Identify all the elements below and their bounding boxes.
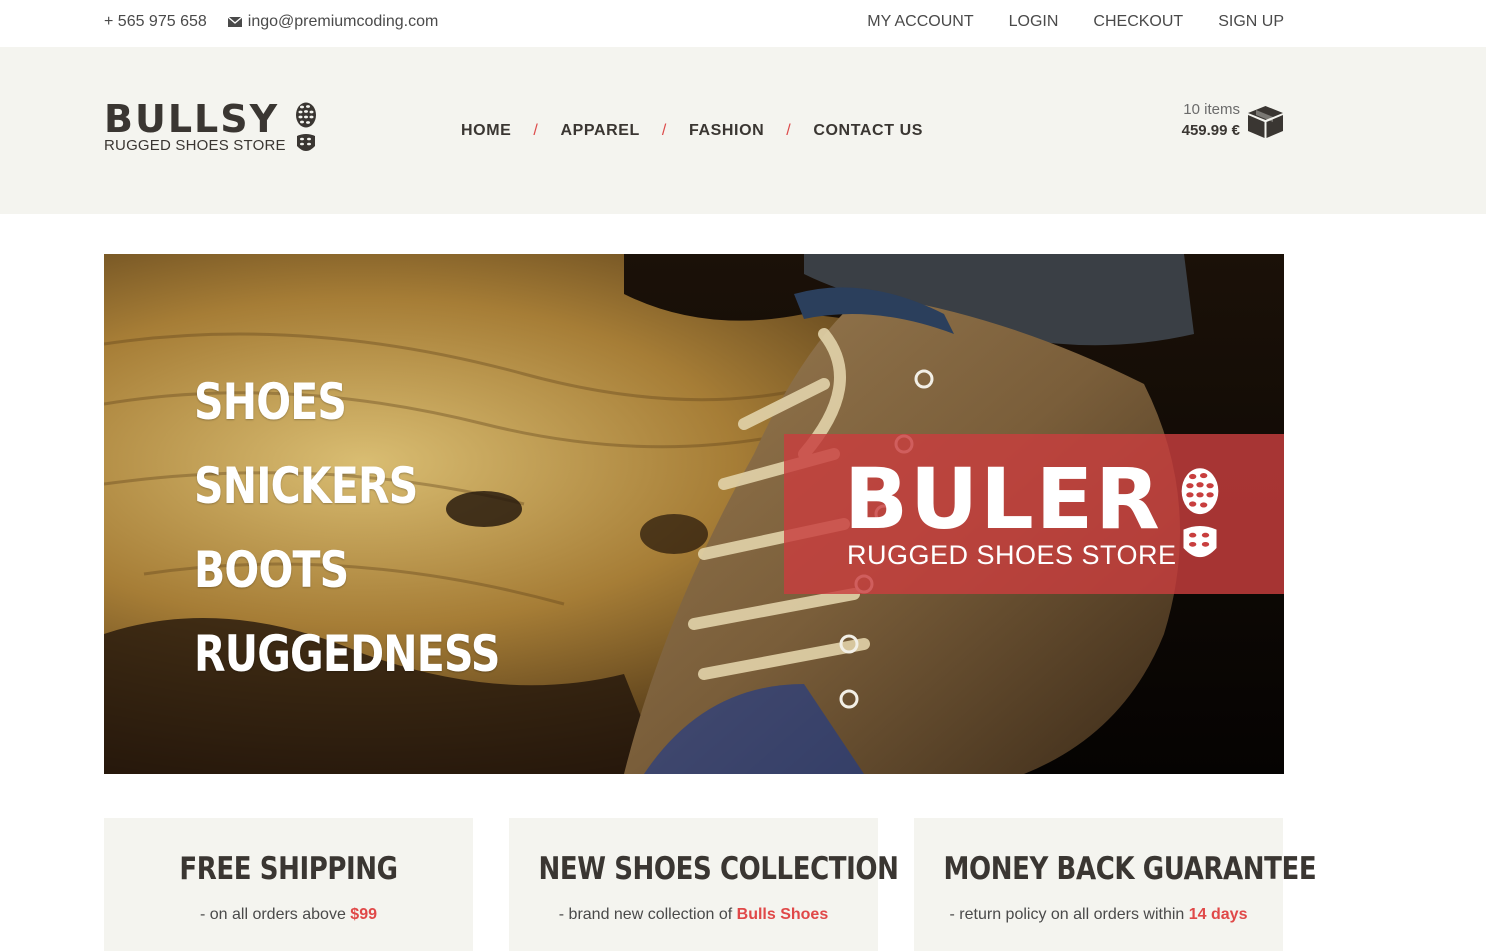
banner-wordmark: BULER [844,450,1162,548]
hero-category-item: SNICKERS [194,457,418,515]
feature-highlight: $99 [350,906,377,923]
mail-icon [227,17,242,27]
hero-category-list: SHOES SNICKERS BOOTS RUGGEDNESS [194,360,567,696]
feature-text: - brand new collection of Bulls Shoes [509,906,878,924]
brand-banner: BULER RUGGED SHOES STORE [784,434,1284,594]
email-link[interactable]: ingo@premiumcoding.com [227,13,439,31]
my-account-link[interactable]: MY ACCOUNT [867,13,973,31]
nav-home[interactable]: HOME [461,122,511,140]
feature-boxes: FREE SHIPPING - on all orders above $99 … [104,818,1317,951]
feature-new-collection: NEW SHOES COLLECTION - brand new collect… [509,818,899,951]
cart-summary[interactable]: 10 items 459.99 € [1154,101,1284,145]
top-bar: + 565 975 658 ingo@premiumcoding.com MY … [0,0,1486,47]
feature-highlight: 14 days [1188,906,1248,923]
feature-money-back: MONEY BACK GUARANTEE - return policy on … [914,818,1317,951]
hero-category-item: SHOES [194,373,347,431]
site-logo[interactable]: BULLSY RUGGED SHOES STORE [104,99,324,159]
feature-text: - on all orders above $99 [104,906,473,924]
nav-contact-us[interactable]: CONTACT US [813,122,923,140]
shoe-print-icon [1181,468,1219,558]
login-link[interactable]: LOGIN [1009,13,1059,31]
feature-text: - return policy on all orders within 14 … [914,906,1283,924]
feature-free-shipping: FREE SHIPPING - on all orders above $99 [104,818,473,951]
hero-category-item: BOOTS [194,541,349,599]
contact-info: + 565 975 658 ingo@premiumcoding.com [104,13,438,31]
checkout-link[interactable]: CHECKOUT [1093,13,1183,31]
main-nav: HOME / APPAREL / FASHION / CONTACT US [461,122,923,140]
site-header: BULLSY RUGGED SHOES STORE HOME / APPAREL… [0,47,1486,214]
banner-tagline: RUGGED SHOES STORE [847,540,1177,570]
hero-category-item: RUGGEDNESS [194,625,500,683]
logo-wordmark: BULLSY [104,97,280,141]
hero-banner: SHOES SNICKERS BOOTS RUGGEDNESS BULER RU… [104,254,1284,774]
sign-up-link[interactable]: SIGN UP [1218,13,1284,31]
nav-separator: / [533,122,539,139]
nav-separator: / [661,122,667,139]
phone-number: + 565 975 658 [104,13,207,30]
cart-item-count: 10 items [1183,101,1240,118]
nav-apparel[interactable]: APPAREL [560,122,639,140]
cart-total: 459.99 € [1181,122,1240,139]
box-icon [1248,106,1283,138]
feature-title: FREE SHIPPING [179,851,398,887]
nav-fashion[interactable]: FASHION [689,122,764,140]
feature-title: MONEY BACK GUARANTEE [943,851,1317,887]
account-menu: MY ACCOUNT LOGIN CHECKOUT SIGN UP [867,13,1284,31]
feature-title: NEW SHOES COLLECTION [538,851,899,887]
email-address: ingo@premiumcoding.com [247,13,439,30]
logo-tagline: RUGGED SHOES STORE [104,137,286,154]
feature-highlight: Bulls Shoes [736,906,829,923]
feature-description: - on all orders above [199,906,351,923]
shoe-print-icon [296,102,316,151]
nav-separator: / [786,122,792,139]
feature-description: - brand new collection of [558,906,737,923]
feature-description: - return policy on all orders within [949,906,1189,923]
